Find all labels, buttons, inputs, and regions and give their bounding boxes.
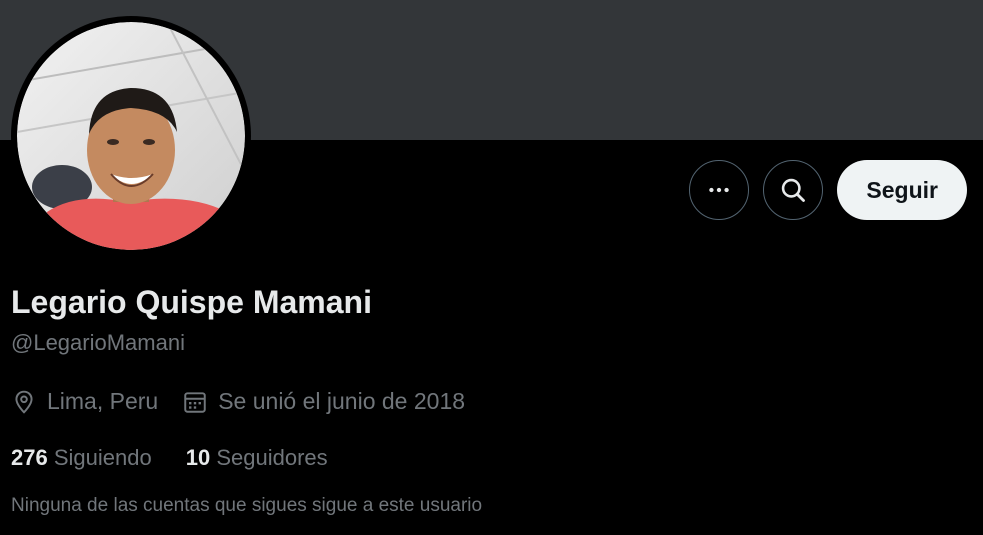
search-button[interactable] <box>763 160 824 220</box>
join-date: Se unió el junio de 2018 <box>182 388 465 415</box>
following-count: 276 <box>11 445 48 470</box>
location: Lima, Peru <box>11 388 158 415</box>
more-icon <box>709 187 730 193</box>
display-name: Legario Quispe Mamani <box>11 284 372 320</box>
profile-actions: Seguir <box>689 160 967 220</box>
profile-meta: Lima, Peru Se unió el junio de 2018 <box>11 388 489 415</box>
more-options-button[interactable] <box>689 160 750 220</box>
location-pin-icon <box>15 390 33 414</box>
mutual-followers-note: Ninguna de las cuentas que sigues sigue … <box>11 495 483 516</box>
followers-count: 10 <box>185 445 211 470</box>
avatar[interactable] <box>11 16 251 256</box>
avatar-photo <box>17 22 245 250</box>
follow-stats: 276 Siguiendo 10 Seguidores <box>11 445 362 471</box>
following-link[interactable]: 276 Siguiendo <box>11 445 152 471</box>
search-icon <box>782 178 806 202</box>
following-label: Siguiendo <box>53 445 152 470</box>
join-date-text: Se unió el junio de 2018 <box>218 388 466 414</box>
location-text: Lima, Peru <box>47 388 159 414</box>
follow-button[interactable]: Seguir <box>837 160 967 220</box>
followers-link[interactable]: 10 Seguidores <box>186 445 328 471</box>
user-handle: @LegarioMamani <box>11 330 185 355</box>
followers-label: Seguidores <box>216 445 328 470</box>
calendar-icon <box>184 391 206 413</box>
